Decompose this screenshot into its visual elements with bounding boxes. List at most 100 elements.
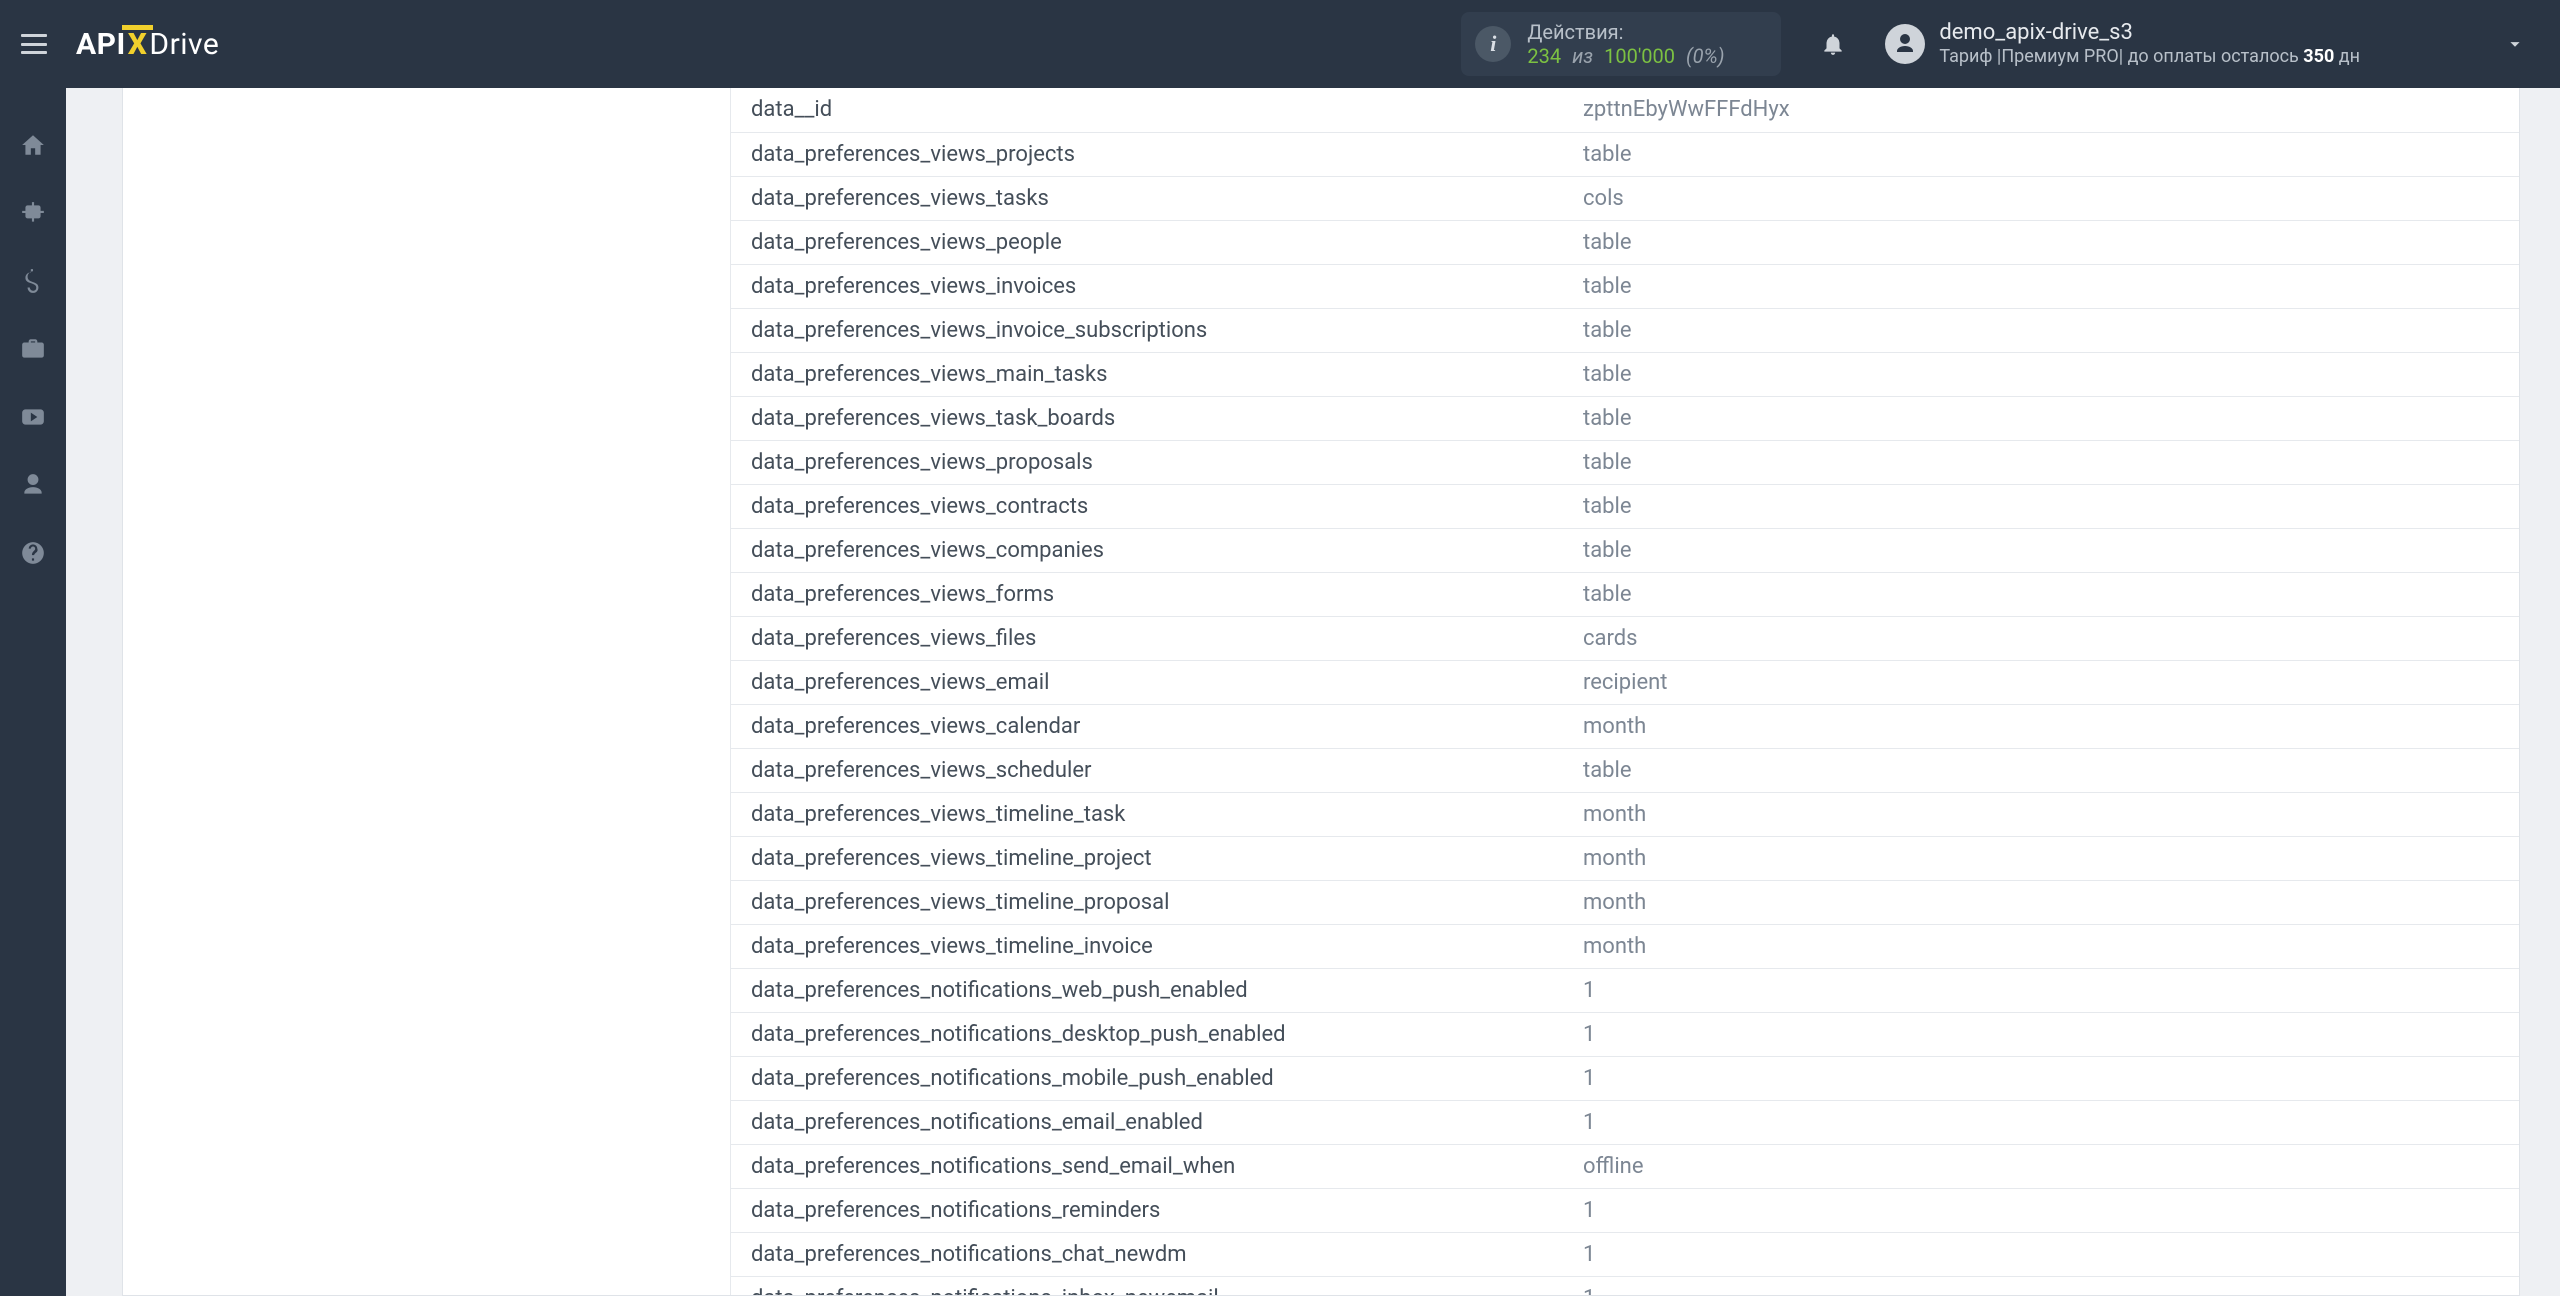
sidebar-item-billing[interactable] [10,258,56,304]
field-key: data_preferences_notifications_inbox_new… [731,1276,1563,1295]
field-key: data_preferences_views_timeline_project [731,836,1563,880]
table-row: data_preferences_views_filescards [731,616,2519,660]
field-key: data_preferences_views_email [731,660,1563,704]
field-value: month [1563,792,2519,836]
sidebar-item-help[interactable] [10,530,56,576]
table-row: data_preferences_views_invoicestable [731,264,2519,308]
field-key: data_preferences_views_contracts [731,484,1563,528]
table-row: data_preferences_notifications_desktop_p… [731,1012,2519,1056]
avatar [1885,24,1925,64]
data-table: data__idzpttnEbyWwFFFdHyxdata_preference… [731,88,2519,1295]
field-key: data_preferences_notifications_email_ena… [731,1100,1563,1144]
menu-toggle[interactable] [16,26,52,62]
field-value: 1 [1563,1100,2519,1144]
field-value: 1 [1563,968,2519,1012]
sidebar-item-work[interactable] [10,326,56,372]
sidebar-item-connections[interactable] [10,190,56,236]
hamburger-icon [21,34,47,54]
field-key: data_preferences_notifications_chat_newd… [731,1232,1563,1276]
youtube-icon [20,404,46,430]
table-row: data_preferences_notifications_send_emai… [731,1144,2519,1188]
field-key: data_preferences_views_scheduler [731,748,1563,792]
table-row: data_preferences_views_formstable [731,572,2519,616]
field-value: month [1563,880,2519,924]
table-row: data_preferences_views_timeline_proposal… [731,880,2519,924]
logo-x: X [128,27,148,62]
logo-drive: Drive [149,27,219,62]
actions-total: 100'000 [1604,44,1675,68]
field-value: table [1563,484,2519,528]
field-value: table [1563,264,2519,308]
actions-pct: (0%) [1686,44,1725,68]
user-menu-chevron [2500,29,2530,59]
table-row: data_preferences_views_peopletable [731,220,2519,264]
bell-icon [1820,31,1846,57]
field-key: data_preferences_views_projects [731,132,1563,176]
field-value: 1 [1563,1232,2519,1276]
field-key: data_preferences_notifications_send_emai… [731,1144,1563,1188]
sidebar-item-video[interactable] [10,394,56,440]
field-value: zpttnEbyWwFFFdHyx [1563,88,2519,132]
table-row: data_preferences_notifications_web_push_… [731,968,2519,1012]
tariff-prefix: Тариф |Премиум PRO| до оплаты осталось [1939,46,2303,67]
table-row: data_preferences_notifications_reminders… [731,1188,2519,1232]
user-avatar-icon [1893,32,1917,56]
table-row: data_preferences_notifications_email_ena… [731,1100,2519,1144]
table-row: data_preferences_views_projectstable [731,132,2519,176]
field-value: month [1563,924,2519,968]
table-row: data_preferences_views_emailrecipient [731,660,2519,704]
table-row: data_preferences_views_task_boardstable [731,396,2519,440]
user-menu[interactable]: demo_apix-drive_s3 Тариф |Премиум PRO| д… [1885,20,2530,68]
field-key: data_preferences_views_files [731,616,1563,660]
field-value: 1 [1563,1012,2519,1056]
field-key: data__id [731,88,1563,132]
field-value: recipient [1563,660,2519,704]
field-value: cards [1563,616,2519,660]
field-value: 1 [1563,1188,2519,1232]
field-value: offline [1563,1144,2519,1188]
field-value: table [1563,220,2519,264]
sidebar-item-home[interactable] [10,122,56,168]
field-key: data_preferences_notifications_web_push_… [731,968,1563,1012]
field-key: data_preferences_notifications_desktop_p… [731,1012,1563,1056]
dollar-icon [20,268,46,294]
info-icon: i [1475,26,1511,62]
user-icon [20,472,46,498]
field-value: table [1563,440,2519,484]
tariff-days: 350 [2303,46,2334,67]
panel-left-column [123,88,731,1295]
table-row: data_preferences_notifications_mobile_pu… [731,1056,2519,1100]
sitemap-icon [20,200,46,226]
field-key: data_preferences_views_timeline_task [731,792,1563,836]
home-icon [20,132,46,158]
field-key: data_preferences_views_timeline_invoice [731,924,1563,968]
app-header: APIXDrive i Действия: 234 из 100'000 (0%… [0,0,2560,88]
field-value: table [1563,572,2519,616]
sidebar [0,88,66,1296]
field-value: table [1563,132,2519,176]
actions-counter[interactable]: i Действия: 234 из 100'000 (0%) [1461,12,1781,76]
actions-current: 234 [1527,44,1561,68]
field-value: table [1563,308,2519,352]
table-row: data_preferences_views_contractstable [731,484,2519,528]
table-row: data_preferences_views_taskscols [731,176,2519,220]
field-key: data_preferences_views_calendar [731,704,1563,748]
table-row: data_preferences_views_timeline_taskmont… [731,792,2519,836]
field-value: month [1563,704,2519,748]
field-value: cols [1563,176,2519,220]
table-row: data_preferences_views_companiestable [731,528,2519,572]
field-key: data_preferences_views_proposals [731,440,1563,484]
actions-label: Действия: [1527,20,1724,44]
field-key: data_preferences_notifications_mobile_pu… [731,1056,1563,1100]
sidebar-item-account[interactable] [10,462,56,508]
help-icon [20,540,46,566]
field-value: table [1563,396,2519,440]
field-key: data_preferences_views_timeline_proposal [731,880,1563,924]
actions-sep: из [1572,44,1593,68]
field-value: 1 [1563,1276,2519,1295]
app-logo[interactable]: APIXDrive [76,27,219,62]
table-row: data_preferences_views_calendarmonth [731,704,2519,748]
notifications-button[interactable] [1811,22,1855,66]
field-key: data_preferences_views_task_boards [731,396,1563,440]
table-row: data_preferences_views_timeline_projectm… [731,836,2519,880]
